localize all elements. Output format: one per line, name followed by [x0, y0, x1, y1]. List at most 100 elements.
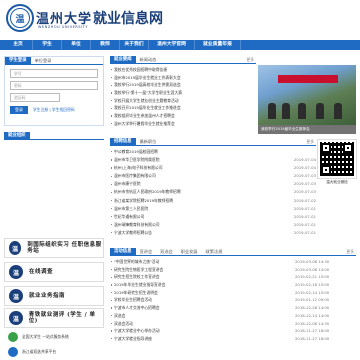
- photo-caption[interactable]: 我校举行2019届毕业生推荐会: [258, 125, 356, 134]
- nav-students[interactable]: 学生: [33, 40, 62, 50]
- list-item[interactable]: 杭州(上海)电子科技有限公司 2019-07-04: [110, 164, 316, 172]
- jobs-more-link[interactable]: 更多: [306, 139, 316, 145]
- banner-text: 到国际组织实习 任职信息服务站: [27, 241, 102, 255]
- badge-text: 全国大学生 一站式服务系统: [22, 333, 69, 339]
- list-item[interactable]: 我校举行"第十一届"大学生职业生涯大赛: [110, 89, 256, 97]
- tab-latest-positions[interactable]: 最新职位: [136, 139, 161, 145]
- tab-recruitment[interactable]: 招聘信息: [110, 137, 136, 146]
- wechat-qr-panel: 温大就业微信: [317, 139, 357, 260]
- badge-national-system[interactable]: 全国大学生 一站式服务系统: [4, 330, 104, 344]
- list-item[interactable]: 温州市华卫医学院附属医院 2019-07-04: [110, 156, 316, 164]
- university-logo-icon: 温: [9, 311, 23, 325]
- list-item[interactable]: 杭州市余杭区人民政府2019年教师招聘 2019-07-03: [110, 188, 316, 196]
- badge-text: 浙江省双选共享平台: [22, 348, 57, 354]
- news-header: 就业要闻 新闻动态 更多: [110, 55, 256, 64]
- events-header: 活动信息 宣讲会 双选会 职业发展 政策法规 更多: [110, 247, 356, 256]
- list-item[interactable]: 双选会活动 2018-12-08 14:30: [110, 320, 356, 328]
- tab-presentations[interactable]: 宣讲会: [136, 249, 157, 255]
- site-title: 就业信息网: [93, 11, 163, 27]
- list-item[interactable]: 我校在优秀校园招聘中取得佳绩: [110, 66, 256, 74]
- tab-employment-news[interactable]: 就业要闻: [110, 55, 136, 64]
- tab-news-updates[interactable]: 新闻动态: [136, 57, 161, 63]
- list-item[interactable]: 宁波大学就业中心举办活动 2018-11-27 18:00: [110, 327, 356, 335]
- news-photo[interactable]: [258, 65, 356, 125]
- employment-orgs-panel: 就业组织: [4, 131, 104, 232]
- news-list: 我校在优秀校园招聘中取得佳绩 温州市2019届毕业生就业工作表彰大会 我校举行2…: [110, 66, 256, 128]
- list-item[interactable]: 研究生招生院校工作宣讲会 2019-02-21 15:00: [110, 273, 356, 281]
- captcha-field[interactable]: 验证码: [10, 93, 60, 102]
- banner-text: 就业业务指南: [29, 292, 66, 299]
- list-item[interactable]: 学校毕业生招聘会活动 2019-01-12 09:00: [110, 296, 356, 304]
- list-item[interactable]: 我校召开2019届毕业生就业工作推进会: [110, 104, 256, 112]
- school-english-name: WENZHOU UNIVERSITY: [38, 25, 89, 29]
- list-item[interactable]: 温州市第三人民医院 2019-07-01: [110, 205, 316, 213]
- password-field[interactable]: 密码: [10, 81, 98, 90]
- list-item[interactable]: 温州市2019届毕业生就业工作表彰大会: [110, 74, 256, 82]
- tab-activities[interactable]: 活动信息: [110, 247, 136, 256]
- nav-annual-report[interactable]: 就业质量年报: [195, 40, 241, 50]
- list-item[interactable]: 宁波大学教师招聘公告 2019-07-01: [110, 229, 316, 237]
- login-panel-header: 学生登录 单位登录: [5, 56, 103, 65]
- list-item[interactable]: 世纪华通有限公司 2019-07-01: [110, 213, 316, 221]
- news-more-link[interactable]: 更多: [246, 57, 256, 63]
- leaf-icon: [8, 332, 18, 342]
- person-shape: [282, 103, 290, 119]
- news-panel: 就业要闻 新闻动态 更多 我校在优秀校园招聘中取得佳绩 温州市2019届毕业生就…: [110, 55, 256, 136]
- list-item[interactable]: "中国世界的城市之旅"活动 2019-03-08 14:30: [110, 258, 356, 266]
- seal-inner: 温: [10, 8, 30, 28]
- list-item[interactable]: 宁波大学就业指导讲座 2018-11-27 18:00: [110, 335, 356, 343]
- university-seal-logo[interactable]: 温: [6, 4, 34, 32]
- banner-assessment[interactable]: 温 青铁就业测评 (学生 / 单位): [4, 308, 104, 328]
- nav-university-site[interactable]: 温州大学官网: [149, 40, 195, 50]
- list-item[interactable]: 中公教育2019届校园招聘: [110, 148, 316, 156]
- nav-home[interactable]: 主页: [4, 40, 33, 50]
- list-item[interactable]: 温州市医疗集团有限公司 2019-07-03: [110, 172, 316, 180]
- tab-job-fairs[interactable]: 双选会: [156, 249, 177, 255]
- list-item[interactable]: 2019年毕业生就业指导宣讲会 2019-02-18 15:00: [110, 281, 356, 289]
- site-header: 温 温州大学 WENZHOU UNIVERSITY 就业信息网: [0, 0, 360, 38]
- main-nav: 主页 学生 单位 教师 关于我们 温州大学官网 就业质量年报: [0, 40, 360, 50]
- qr-code-icon: [317, 139, 357, 179]
- tab-policies[interactable]: 政策法规: [202, 249, 227, 255]
- list-item[interactable]: 学校开展大学生就业创业主题教育活动: [110, 97, 256, 105]
- qr-finder-pattern: [321, 143, 331, 153]
- events-list: "中国世界的城市之旅"活动 2019-03-08 14:30 研究生院生物医学工程…: [110, 258, 356, 343]
- nav-teachers[interactable]: 教师: [91, 40, 120, 50]
- list-item[interactable]: 2019年研究生招生说明会 2019-02-14 15:00: [110, 289, 356, 297]
- banner-intl-org[interactable]: 温 到国际组织实习 任职信息服务站: [4, 238, 104, 258]
- list-item[interactable]: 浙江省某学院招聘2019年教师招聘 2019-07-02: [110, 197, 316, 205]
- banner-survey[interactable]: 温 在线调查: [4, 262, 104, 282]
- nav-about[interactable]: 关于我们: [120, 40, 149, 50]
- tab-career-dev[interactable]: 职业发展: [177, 249, 202, 255]
- list-item[interactable]: 我校举行2019届高校毕业生供需双选会: [110, 81, 256, 89]
- login-panel: 学生登录 单位登录 学号 密码 验证码 登录 学生注册 | 学生找回密码: [4, 56, 104, 126]
- list-item[interactable]: 双选会 2018-12-14 14:00: [110, 312, 356, 320]
- list-item[interactable]: 宁波市人才交流中心招聘会 2018-12-28 14:00: [110, 304, 356, 312]
- photo-carousel[interactable]: 我校举行2019届毕业生推荐会: [258, 56, 356, 136]
- jobs-panel: 招聘信息 最新职位 更多 中公教育2019届校园招聘 温州市华卫医学院附属医院 2…: [110, 137, 316, 238]
- university-logo-icon: 温: [9, 289, 23, 303]
- list-item[interactable]: 研究生院生物医学工程宣讲会 2019-03-08 14:00: [110, 266, 356, 274]
- nav-employers[interactable]: 单位: [62, 40, 91, 50]
- banner-text: 在线调查: [29, 268, 54, 275]
- events-more-link[interactable]: 更多: [346, 249, 356, 255]
- tab-student-login[interactable]: 学生登录: [5, 56, 31, 65]
- jobs-header: 招聘信息 最新职位 更多: [110, 137, 316, 146]
- list-item[interactable]: 我校组织毕业生参加温州人才招聘会: [110, 112, 256, 120]
- person-shape: [298, 103, 306, 119]
- events-panel: 活动信息 宣讲会 双选会 职业发展 政策法规 更多 "中国世界的城市之旅"活动 2…: [110, 247, 356, 358]
- list-item[interactable]: 温州市康宁医院 2019-07-03: [110, 180, 316, 188]
- banner-guide[interactable]: 温 就业业务指南: [4, 286, 104, 306]
- list-item[interactable]: 温州大学举行暑假毕业生就业推荐会: [110, 120, 256, 128]
- login-links[interactable]: 学生注册 | 学生找回密码: [33, 107, 75, 113]
- event-banner-shape: [278, 75, 338, 83]
- username-field[interactable]: 学号: [10, 69, 98, 78]
- orgs-title: 就业组织: [4, 131, 30, 140]
- banner-text: 青铁就业测评 (学生 / 单位): [28, 311, 96, 325]
- list-item[interactable]: 温州瑞锋教育科技有限公司 2019-07-01: [110, 221, 316, 229]
- person-shape: [316, 103, 324, 119]
- tab-employer-login[interactable]: 单位登录: [31, 58, 56, 64]
- badge-zhejiang-platform[interactable]: 浙江省双选共享平台: [4, 345, 104, 359]
- login-button[interactable]: 登录: [10, 106, 28, 114]
- qr-finder-pattern: [343, 143, 353, 153]
